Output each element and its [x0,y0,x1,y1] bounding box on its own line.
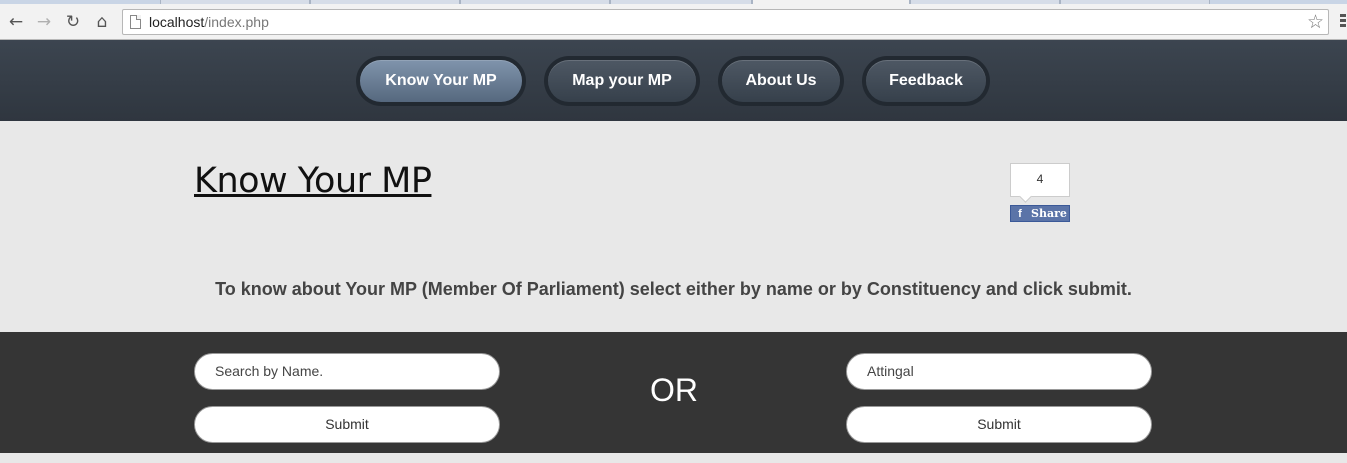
url-host: localhost [149,14,205,30]
nav-label: Feedback [866,60,986,102]
constituency-select[interactable]: Attingal [846,353,1152,390]
share-count-bubble: 4 [1010,163,1070,197]
site-header: Know Your MP Map your MP About Us Feedba… [0,40,1347,121]
url-path: /index.php [204,14,269,30]
name-search-input[interactable]: Search by Name. [194,353,500,390]
page-bottom-strip [0,453,1347,463]
reload-icon[interactable]: ↻ [63,12,83,32]
star-icon[interactable]: ☆ [1307,11,1324,33]
page-title: Know Your MP [194,161,432,201]
search-section: Search by Name. Submit OR Attingal Submi… [0,332,1347,453]
nav-know-your-mp[interactable]: Know Your MP [356,56,526,106]
back-arrow-icon[interactable]: ← [6,12,26,32]
forward-arrow-icon[interactable]: → [34,12,54,32]
home-icon[interactable]: ⌂ [92,12,112,32]
main-content: Know Your MP 4 f Share To know about Your… [0,121,1347,332]
nav-label: About Us [722,60,840,102]
nav-about-us[interactable]: About Us [718,56,844,106]
page-icon [130,15,141,29]
instruction-text: To know about Your MP (Member Of Parliam… [215,279,1132,299]
facebook-share-button[interactable]: f Share [1010,205,1070,222]
nav-map-your-mp[interactable]: Map your MP [544,56,700,106]
share-label: Share [1031,207,1067,220]
nav-label: Map your MP [548,60,696,102]
address-url: localhost/index.php [149,14,269,30]
constituency-submit-button[interactable]: Submit [846,406,1152,443]
address-bar[interactable]: localhost/index.php ☆ [122,9,1329,35]
nav-label: Know Your MP [360,60,522,102]
name-submit-button[interactable]: Submit [194,406,500,443]
menu-icon[interactable] [1340,14,1346,30]
or-divider-label: OR [650,372,698,408]
facebook-icon: f [1018,208,1022,220]
browser-toolbar: ← → ↻ ⌂ localhost/index.php ☆ [0,4,1347,40]
nav-feedback[interactable]: Feedback [862,56,990,106]
